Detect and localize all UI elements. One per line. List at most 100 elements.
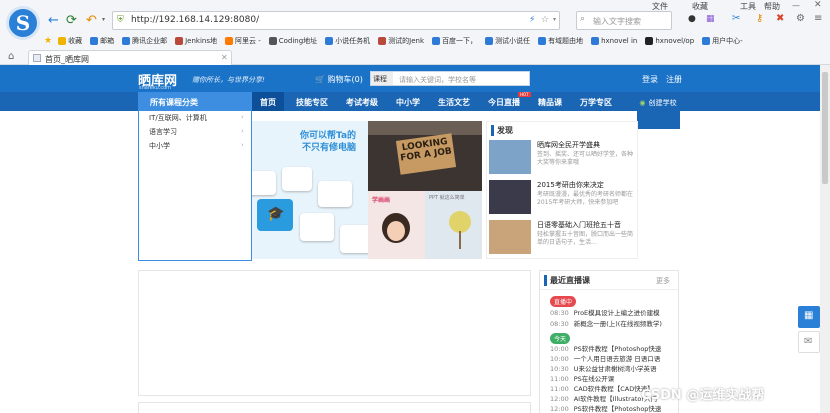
bookmark-item[interactable]: 用户中心- xyxy=(702,36,743,46)
chevron-right-icon: › xyxy=(241,127,244,135)
live-course-row[interactable]: 10:00 PS软件教程【Photoshop快速 xyxy=(550,343,661,353)
register-link[interactable]: 注册 xyxy=(666,74,682,85)
bookmark-icon xyxy=(378,36,387,45)
nav-life-arts[interactable]: 生活文艺 xyxy=(432,92,476,111)
keyboard-key xyxy=(318,181,352,207)
refresh-icon[interactable]: ⟳ xyxy=(66,13,77,28)
site-logo-sub: shareku.com xyxy=(139,85,172,91)
star-icon[interactable]: ☆ xyxy=(541,15,549,25)
cut-icon[interactable]: ✂ xyxy=(732,13,740,24)
bookmark-item[interactable]: 有域题由地 xyxy=(538,36,583,46)
discover-item-desc: 签到、摇奖、还可以晒好学堂，各种大奖等你来拿哦 xyxy=(537,151,634,166)
all-categories-button[interactable]: 所有课程分类 xyxy=(138,92,252,111)
bookmark-icon xyxy=(645,36,654,45)
close-icon[interactable]: ✕ xyxy=(814,0,822,10)
menu-help[interactable]: 帮助 xyxy=(764,1,780,12)
undo-icon[interactable]: ↶ xyxy=(86,13,97,28)
qr-code-button[interactable]: ▦ xyxy=(798,306,820,328)
bookmark-item[interactable]: Jenkins地 xyxy=(175,36,217,46)
message-button[interactable]: ✉ xyxy=(798,331,820,353)
category-language[interactable]: 语言学习 xyxy=(149,127,177,137)
discover-panel: 发现 晒库网全民开学盛典 签到、摇奖、还可以晒好学堂，各种大奖等你来拿哦 2015考… xyxy=(486,121,638,259)
bookmark-item[interactable]: 测试小说任 xyxy=(485,36,530,46)
category-it[interactable]: IT/互联网、计算机 xyxy=(149,113,207,123)
bookmark-item[interactable]: 阿里云 - xyxy=(224,36,261,46)
bookmark-label: hxnovel in xyxy=(601,36,638,45)
grid-icon[interactable]: ▦ xyxy=(706,14,715,24)
nav-k12[interactable]: 中小学 xyxy=(390,92,426,111)
nav-exams[interactable]: 考试考级 xyxy=(340,92,384,111)
nav-home[interactable]: 首页 xyxy=(252,92,284,111)
tab-close-icon[interactable]: ✕ xyxy=(221,53,228,62)
nav-skills[interactable]: 技能专区 xyxy=(290,92,334,111)
watermark: CSDN @运维实战帮 xyxy=(641,388,765,403)
live-course-row[interactable]: 11:00 PS在线公开课 xyxy=(550,373,614,383)
ppt-course-tile[interactable]: PPT 就这么简单 xyxy=(425,191,482,259)
live-course-row[interactable]: 08:30 ProE模具设计上编之进价建模 xyxy=(550,307,660,317)
bookmark-item[interactable]: 小说任务机 xyxy=(325,36,370,46)
undo-dropdown-icon[interactable]: ▾ xyxy=(102,16,105,23)
bookmark-label: Jenkins地 xyxy=(185,36,217,45)
bookmark-item[interactable]: 腾讯企业邮 xyxy=(122,36,167,46)
tab-title: 首页_晒库网 xyxy=(45,55,89,64)
nav-wanxue[interactable]: 万学专区 xyxy=(574,92,618,111)
category-k12[interactable]: 中小学 xyxy=(149,141,170,151)
bookmark-icon xyxy=(224,36,233,45)
favorites-star-icon[interactable]: ★ xyxy=(44,36,52,46)
tools-icon[interactable]: ✖ xyxy=(776,13,784,24)
live-course-time: 12:00 xyxy=(550,405,569,413)
lightning-icon[interactable]: ⚡ xyxy=(529,15,535,25)
live-more-link[interactable]: 更多 xyxy=(656,276,670,286)
address-bar[interactable]: ⛨ http://192.168.14.129:8080/ ⚡ ☆ ▾ xyxy=(112,11,560,30)
cart-label: 购物车(0) xyxy=(327,75,363,84)
bookmark-icon xyxy=(325,36,334,45)
live-course-row[interactable]: 11:00 CAD软件教程【CAD快速】 xyxy=(550,383,654,393)
github-icon[interactable]: ● xyxy=(688,14,696,24)
login-link[interactable]: 登录 xyxy=(642,74,658,85)
banner-line2: 不只有修电脑 xyxy=(302,143,357,153)
main-nav: 所有课程分类 首页 技能专区 考试考级 中小学 生活文艺 今日直播 HOT 精品… xyxy=(0,92,830,129)
site-search-input[interactable]: 课程 请输入关键词，学校名等 xyxy=(370,71,530,86)
drawing-course-tile[interactable]: 学画画 xyxy=(368,191,425,259)
bookmark-item[interactable]: 收藏 xyxy=(58,36,82,46)
live-course-title: ProE模具设计上编之进价建模 xyxy=(573,309,660,317)
browser-tab-home[interactable]: 首页_晒库网 ✕ xyxy=(28,50,232,65)
minimize-icon[interactable]: — xyxy=(792,1,800,10)
keyboard-key xyxy=(300,213,334,241)
bookmark-item[interactable]: Coding地址 xyxy=(268,36,317,46)
address-dropdown-icon[interactable]: ▾ xyxy=(553,16,556,23)
bookmark-item[interactable]: hxnovel in xyxy=(591,36,638,45)
job-course-tile[interactable]: LOOKING FOR A JOB xyxy=(368,121,482,191)
create-school-button[interactable]: ◉ 创建学校 xyxy=(637,92,680,129)
bookmark-label: 测试小说任 xyxy=(495,36,531,45)
bookmark-label: 腾讯企业邮 xyxy=(132,36,168,45)
nav-premium[interactable]: 精品课 xyxy=(532,92,568,111)
live-course-row[interactable]: 12:00 PS软件教程【Photoshop快速 xyxy=(550,403,661,413)
qr-icon: ▦ xyxy=(804,310,814,321)
discover-thumbnail xyxy=(489,220,531,254)
bookmark-item[interactable]: 邮箱 xyxy=(90,36,114,46)
bookmark-item[interactable]: 测试的Jenk xyxy=(378,36,424,46)
home-icon[interactable]: ⌂ xyxy=(8,51,14,62)
menu-tools[interactable]: 工具 xyxy=(740,1,756,12)
live-course-row[interactable]: 08:30 新概念一册(上)(在线视频教学) xyxy=(550,318,662,328)
bookmark-item[interactable]: hxnovel/op xyxy=(645,36,695,45)
back-icon[interactable]: ← xyxy=(48,13,59,28)
site-search-select[interactable]: 课程 xyxy=(371,72,393,85)
live-course-time: 08:30 xyxy=(550,309,569,317)
scrollbar-thumb[interactable] xyxy=(822,72,828,184)
live-course-title: PS软件教程【Photoshop快速 xyxy=(573,405,662,413)
key-icon[interactable]: ⚷ xyxy=(756,13,763,24)
live-course-title: PS在线公开课 xyxy=(573,375,615,383)
browser-search-input[interactable]: ⌕ 输入文字搜索 xyxy=(576,11,672,30)
menu-icon[interactable]: ≡ xyxy=(814,13,822,24)
bookmark-label: hxnovel/op xyxy=(655,36,695,45)
menu-favorites[interactable]: 收藏 xyxy=(692,1,708,12)
browser-search-placeholder: 输入文字搜索 xyxy=(593,17,641,26)
bookmark-item[interactable]: 百度一下， xyxy=(432,36,477,46)
settings-icon[interactable]: ⚙ xyxy=(796,13,805,24)
cart-link[interactable]: 🛒 购物车(0) xyxy=(315,74,363,85)
live-course-row[interactable]: 10:00 一个人用日语去旅游 日语口语 xyxy=(550,353,660,363)
promo-banner[interactable]: 你可以帮Ta的 不只有修电脑 🎓 xyxy=(252,121,368,259)
live-course-row[interactable]: 10:30 U来公益甘肃榭树湾小学英语 xyxy=(550,363,657,373)
